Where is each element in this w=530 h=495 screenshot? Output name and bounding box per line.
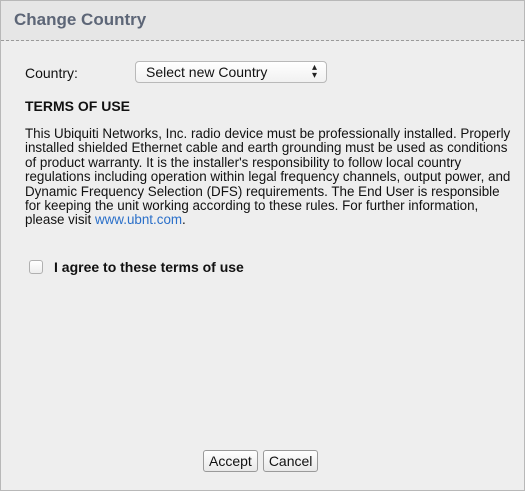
dialog-title-bar: Change Country	[1, 1, 524, 41]
dialog-buttons: Accept Cancel	[203, 450, 319, 472]
terms-end: .	[182, 212, 186, 228]
change-country-dialog: Change Country Country: Select new Count…	[0, 0, 525, 491]
terms-text: This Ubiquiti Networks, Inc. radio devic…	[25, 126, 517, 228]
updown-arrows-icon: ▴ ▾	[311, 62, 317, 81]
terms-heading: TERMS OF USE	[25, 98, 131, 114]
agree-label[interactable]: I agree to these terms of use	[54, 259, 244, 275]
agree-checkbox[interactable]	[29, 260, 43, 274]
dialog-title: Change Country	[14, 10, 147, 29]
cancel-button[interactable]: Cancel	[262, 450, 319, 472]
agree-row: I agree to these terms of use	[29, 259, 244, 275]
country-label: Country:	[25, 65, 78, 81]
ubnt-link[interactable]: www.ubnt.com	[95, 212, 182, 227]
country-select[interactable]: Select new Country ▴ ▾	[135, 61, 327, 83]
accept-button[interactable]: Accept	[203, 450, 258, 472]
country-select-value: Select new Country	[146, 64, 268, 80]
